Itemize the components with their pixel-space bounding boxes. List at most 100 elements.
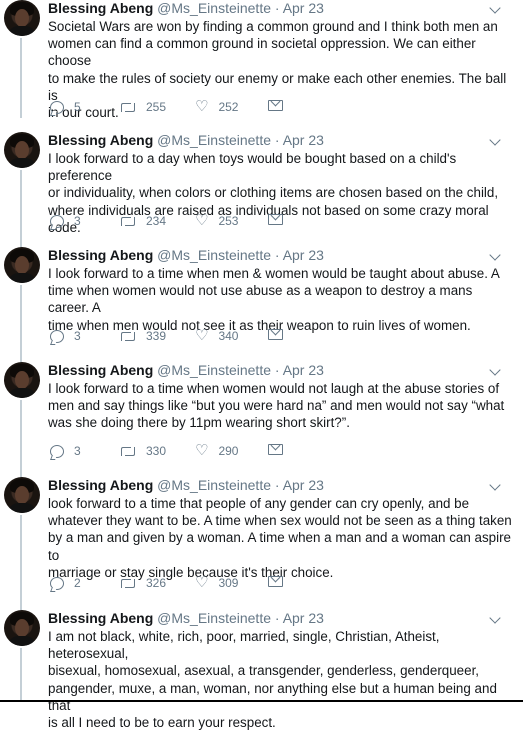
author-handle[interactable]: @Ms_Einsteinette xyxy=(157,132,271,148)
reply-button[interactable]: 3 xyxy=(50,444,81,458)
dm-button[interactable] xyxy=(268,100,283,111)
retweet-count: 234 xyxy=(146,214,167,228)
envelope-icon xyxy=(268,444,283,455)
reply-icon xyxy=(50,444,64,458)
tweet-date[interactable]: Apr 23 xyxy=(283,362,324,378)
reply-icon xyxy=(50,576,64,590)
reply-button[interactable]: 3 xyxy=(50,214,81,228)
avatar[interactable] xyxy=(4,610,40,646)
reply-count: 3 xyxy=(74,214,81,228)
tweet-header: Blessing Abeng @Ms_Einsteinette · Apr 23 xyxy=(48,247,324,263)
tweet-text: I am not black, white, rich, poor, marri… xyxy=(48,629,497,731)
retweet-count: 339 xyxy=(146,329,167,343)
retweet-button[interactable]: 339 xyxy=(120,329,166,343)
thread-connector xyxy=(20,38,22,118)
retweet-icon xyxy=(120,215,136,227)
avatar[interactable] xyxy=(4,132,40,168)
retweet-count: 326 xyxy=(146,576,167,590)
tweet-header: Blessing Abeng @Ms_Einsteinette · Apr 23 xyxy=(48,0,324,16)
dm-button[interactable] xyxy=(268,329,283,340)
author-name[interactable]: Blessing Abeng xyxy=(48,132,153,148)
tweet-text: look forward to a time that people of an… xyxy=(48,496,512,580)
thread-connector xyxy=(20,648,22,700)
chevron-down-icon[interactable] xyxy=(489,2,501,14)
tweet-header: Blessing Abeng @Ms_Einsteinette · Apr 23 xyxy=(48,477,324,493)
avatar[interactable] xyxy=(4,0,40,36)
tweet-date[interactable]: Apr 23 xyxy=(283,132,324,148)
reply-count: 2 xyxy=(74,576,81,590)
dm-button[interactable] xyxy=(268,214,283,225)
separator: · xyxy=(274,247,280,263)
tweet-header: Blessing Abeng @Ms_Einsteinette · Apr 23 xyxy=(48,610,324,626)
tweet-date[interactable]: Apr 23 xyxy=(283,477,324,493)
retweet-button[interactable]: 326 xyxy=(120,576,166,590)
separator: · xyxy=(274,0,280,16)
separator: · xyxy=(274,362,280,378)
separator: · xyxy=(274,132,280,148)
reply-count: 3 xyxy=(74,329,81,343)
like-button[interactable]: ♡ 340 xyxy=(195,327,239,344)
heart-icon: ♡ xyxy=(195,327,209,344)
like-button[interactable]: ♡ 309 xyxy=(195,574,238,591)
reply-count: 5 xyxy=(74,100,81,114)
author-handle[interactable]: @Ms_Einsteinette xyxy=(157,0,271,16)
like-count: 252 xyxy=(218,100,239,114)
reply-button[interactable]: 5 xyxy=(50,100,81,114)
tweet-header: Blessing Abeng @Ms_Einsteinette · Apr 23 xyxy=(48,362,324,378)
author-name[interactable]: Blessing Abeng xyxy=(48,362,153,378)
envelope-icon xyxy=(268,576,283,587)
retweet-icon xyxy=(120,330,136,342)
like-count: 253 xyxy=(218,214,239,228)
reply-icon xyxy=(50,214,64,228)
envelope-icon xyxy=(268,329,283,340)
avatar[interactable] xyxy=(4,477,40,513)
retweet-count: 255 xyxy=(146,100,167,114)
retweet-icon xyxy=(120,101,136,113)
envelope-icon xyxy=(268,100,283,111)
retweet-button[interactable]: 234 xyxy=(120,214,166,228)
heart-icon: ♡ xyxy=(195,442,209,459)
reply-count: 3 xyxy=(74,444,81,458)
tweet-date[interactable]: Apr 23 xyxy=(283,610,324,626)
like-button[interactable]: ♡ 252 xyxy=(195,98,239,115)
author-name[interactable]: Blessing Abeng xyxy=(48,610,153,626)
heart-icon: ♡ xyxy=(195,98,209,115)
tweet-thread: Blessing Abeng @Ms_Einsteinette · Apr 23… xyxy=(0,0,523,730)
like-button[interactable]: ♡ 290 xyxy=(195,442,239,459)
author-handle[interactable]: @Ms_Einsteinette xyxy=(157,477,271,493)
author-name[interactable]: Blessing Abeng xyxy=(48,477,153,493)
retweet-icon xyxy=(120,577,136,589)
retweet-button[interactable]: 255 xyxy=(120,100,166,114)
thread-connector xyxy=(20,285,22,363)
chevron-down-icon[interactable] xyxy=(489,479,501,491)
like-count: 290 xyxy=(218,444,239,458)
like-button[interactable]: ♡ 253 xyxy=(195,212,239,229)
chevron-down-icon[interactable] xyxy=(489,249,501,261)
chevron-down-icon[interactable] xyxy=(489,134,501,146)
author-name[interactable]: Blessing Abeng xyxy=(48,247,153,263)
reply-button[interactable]: 2 xyxy=(50,576,81,590)
thread-connector xyxy=(20,515,22,611)
reply-button[interactable]: 3 xyxy=(50,329,81,343)
chevron-down-icon[interactable] xyxy=(489,364,501,376)
separator: · xyxy=(274,477,280,493)
heart-icon: ♡ xyxy=(195,212,209,229)
tweet-text: I look forward to a time when women woul… xyxy=(48,381,505,431)
avatar[interactable] xyxy=(4,362,40,398)
author-handle[interactable]: @Ms_Einsteinette xyxy=(157,362,271,378)
author-name[interactable]: Blessing Abeng xyxy=(48,0,153,16)
dm-button[interactable] xyxy=(268,444,283,455)
heart-icon: ♡ xyxy=(195,574,209,591)
avatar[interactable] xyxy=(4,247,40,283)
thread-connector xyxy=(20,400,22,478)
retweet-button[interactable]: 330 xyxy=(120,444,166,458)
author-handle[interactable]: @Ms_Einsteinette xyxy=(157,610,271,626)
author-handle[interactable]: @Ms_Einsteinette xyxy=(157,247,271,263)
tweet-date[interactable]: Apr 23 xyxy=(283,0,324,16)
dm-button[interactable] xyxy=(268,576,283,587)
like-count: 340 xyxy=(218,329,239,343)
tweet-date[interactable]: Apr 23 xyxy=(283,247,324,263)
chevron-down-icon[interactable] xyxy=(489,612,501,624)
tweet-text: I look forward to a time when men & wome… xyxy=(48,266,500,333)
reply-icon xyxy=(50,329,64,343)
